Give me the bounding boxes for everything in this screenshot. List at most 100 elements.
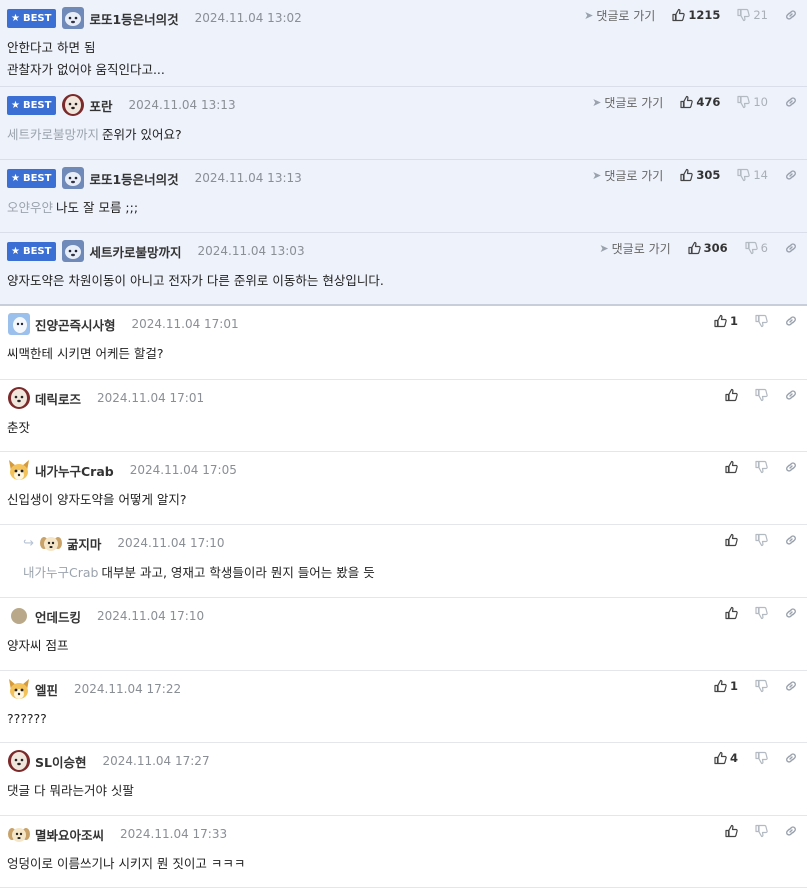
downvote-button[interactable]	[754, 824, 768, 838]
nickname[interactable]: 포란	[89, 96, 112, 115]
best-badge: ★ BEST	[7, 241, 57, 261]
link-icon[interactable]	[784, 314, 798, 328]
link-icon[interactable]	[784, 168, 798, 182]
dot-avatar[interactable]	[7, 604, 31, 628]
downvote-button[interactable]: 10	[736, 95, 768, 109]
downvote-button[interactable]	[754, 460, 768, 474]
downvote-button[interactable]	[754, 533, 768, 547]
goto-comment-link[interactable]: ➤ 댓글로 가기	[592, 167, 663, 184]
comment-meta: SL이승현 2024.11.04 17:27	[7, 750, 210, 772]
link-icon[interactable]	[784, 241, 798, 255]
link-icon[interactable]	[784, 824, 798, 838]
thumbs-up-icon	[724, 388, 738, 402]
comment-actions	[724, 823, 798, 839]
nickname[interactable]: 멸봐요아조씨	[35, 825, 104, 844]
best-badge: ★ BEST	[7, 168, 57, 188]
comment-row: 내가누구Crab 2024.11.04 17:05 신입생이 양자도약을 어떻게 알…	[0, 452, 807, 525]
upvote-button[interactable]: 1215	[671, 8, 720, 22]
dog-avatar[interactable]	[61, 239, 85, 263]
downvote-button[interactable]	[754, 606, 768, 620]
goto-comment-link[interactable]: ➤ 댓글로 가기	[592, 94, 663, 111]
best-label: BEST	[22, 12, 52, 24]
downvote-button[interactable]	[754, 388, 768, 402]
fox-avatar[interactable]	[7, 458, 31, 482]
link-icon[interactable]	[784, 679, 798, 693]
nickname[interactable]: 진양곤즉시사형	[35, 315, 116, 334]
pup-avatar[interactable]	[61, 93, 85, 117]
nickname[interactable]: 굶지마	[67, 534, 102, 553]
upvote-button[interactable]	[724, 388, 738, 402]
downvote-button[interactable]	[754, 679, 768, 693]
best-comment-row: ★ BEST 로또1등은너의것 2024.11.04 13:13 ➤ 댓글로 가기 305 1…	[0, 160, 807, 233]
comment-meta: ★ BEST 로또1등은너의것 2024.11.04 13:13	[7, 167, 302, 189]
comment-actions	[724, 605, 798, 621]
comment-meta: ★ BEST 포란 2024.11.04 13:13	[7, 94, 236, 116]
comment-meta: 진양곤즉시사형 2024.11.04 17:01	[7, 313, 239, 335]
goto-comment-link[interactable]: ➤ 댓글로 가기	[584, 7, 655, 24]
dog-avatar[interactable]	[61, 166, 85, 190]
downvote-button[interactable]: 21	[736, 8, 768, 22]
nickname[interactable]: 세트카로불망까지	[89, 242, 181, 261]
nickname[interactable]: 내가누구Crab	[35, 461, 114, 480]
downvote-button[interactable]	[754, 314, 768, 328]
nickname[interactable]: 데릭로즈	[35, 389, 81, 408]
comment-line: 세트카로불망까지 준위가 있어요?	[7, 124, 182, 146]
comment-date: 2024.11.04 13:03	[197, 244, 305, 258]
puppy-avatar[interactable]	[7, 822, 31, 846]
upvote-button[interactable]	[724, 533, 738, 547]
link-icon[interactable]	[784, 606, 798, 620]
upvote-count: 1215	[688, 8, 721, 22]
comment-date: 2024.11.04 17:22	[74, 682, 182, 696]
comment-line: 춘잣	[7, 417, 30, 439]
comment-text: 대부분 과고, 영재고 학생들이라 뭔지 들어는 봤을 듯	[101, 565, 375, 580]
link-icon[interactable]	[784, 95, 798, 109]
downvote-count: 14	[753, 168, 768, 182]
upvote-button[interactable]	[724, 460, 738, 474]
comment-row: 멸봐요아조씨 2024.11.04 17:33 엉덩이로 이름쓰기나 시키지 뭔 짓…	[0, 816, 807, 888]
pup-avatar[interactable]	[7, 749, 31, 773]
comment-date: 2024.11.04 17:01	[131, 317, 239, 331]
fox-avatar[interactable]	[7, 677, 31, 701]
thumbs-down-icon	[744, 241, 758, 255]
goto-comment-link[interactable]: ➤ 댓글로 가기	[599, 240, 670, 257]
upvote-count: 305	[696, 168, 721, 182]
comment-meta: 멸봐요아조씨 2024.11.04 17:33	[7, 823, 227, 845]
mention-name[interactable]: 세트카로불망까지	[7, 127, 99, 142]
pup-avatar[interactable]	[7, 386, 31, 410]
comment-text: ??????	[7, 711, 47, 726]
nickname[interactable]: 로또1등은너의것	[89, 169, 178, 188]
nickname[interactable]: 엘핀	[35, 680, 58, 699]
upvote-button[interactable]	[724, 606, 738, 620]
upvote-button[interactable]: 1	[713, 314, 738, 328]
comment-meta: ↪ 굶지마 2024.11.04 17:10	[23, 532, 225, 554]
comment-date: 2024.11.04 13:13	[128, 98, 236, 112]
dog-avatar[interactable]	[61, 6, 85, 30]
nickname[interactable]: 로또1등은너의것	[89, 9, 178, 28]
comment-text: 엉덩이로 이름쓰기나 시키지 뭔 짓이고 ㅋㅋㅋ	[7, 856, 246, 871]
link-icon[interactable]	[784, 533, 798, 547]
comment-date: 2024.11.04 13:13	[194, 171, 302, 185]
link-icon[interactable]	[784, 460, 798, 474]
puppy-avatar[interactable]	[39, 531, 63, 555]
upvote-button[interactable]: 306	[687, 241, 728, 255]
link-icon[interactable]	[784, 751, 798, 765]
upvote-button[interactable]: 1	[713, 679, 738, 693]
upvote-button[interactable]: 476	[679, 95, 720, 109]
nickname[interactable]: SL이승현	[35, 752, 86, 771]
downvote-button[interactable]: 14	[736, 168, 768, 182]
upvote-button[interactable]: 305	[679, 168, 720, 182]
nickname[interactable]: 언데드킹	[35, 607, 81, 626]
upvote-button[interactable]: 4	[713, 751, 738, 765]
comment-text: 양자씨 점프	[7, 638, 69, 653]
link-icon[interactable]	[784, 8, 798, 22]
comment-text: 관찰자가 없어야 움직인다고...	[7, 62, 165, 77]
link-icon[interactable]	[784, 388, 798, 402]
blue-avatar[interactable]	[7, 312, 31, 336]
mention-name[interactable]: 내가누구Crab	[23, 565, 98, 580]
star-icon: ★	[11, 172, 20, 184]
comment-body: 춘잣	[7, 417, 30, 439]
upvote-button[interactable]	[724, 824, 738, 838]
downvote-button[interactable]: 6	[744, 241, 768, 255]
mention-name[interactable]: 오얀우얀	[7, 200, 53, 215]
downvote-button[interactable]	[754, 751, 768, 765]
